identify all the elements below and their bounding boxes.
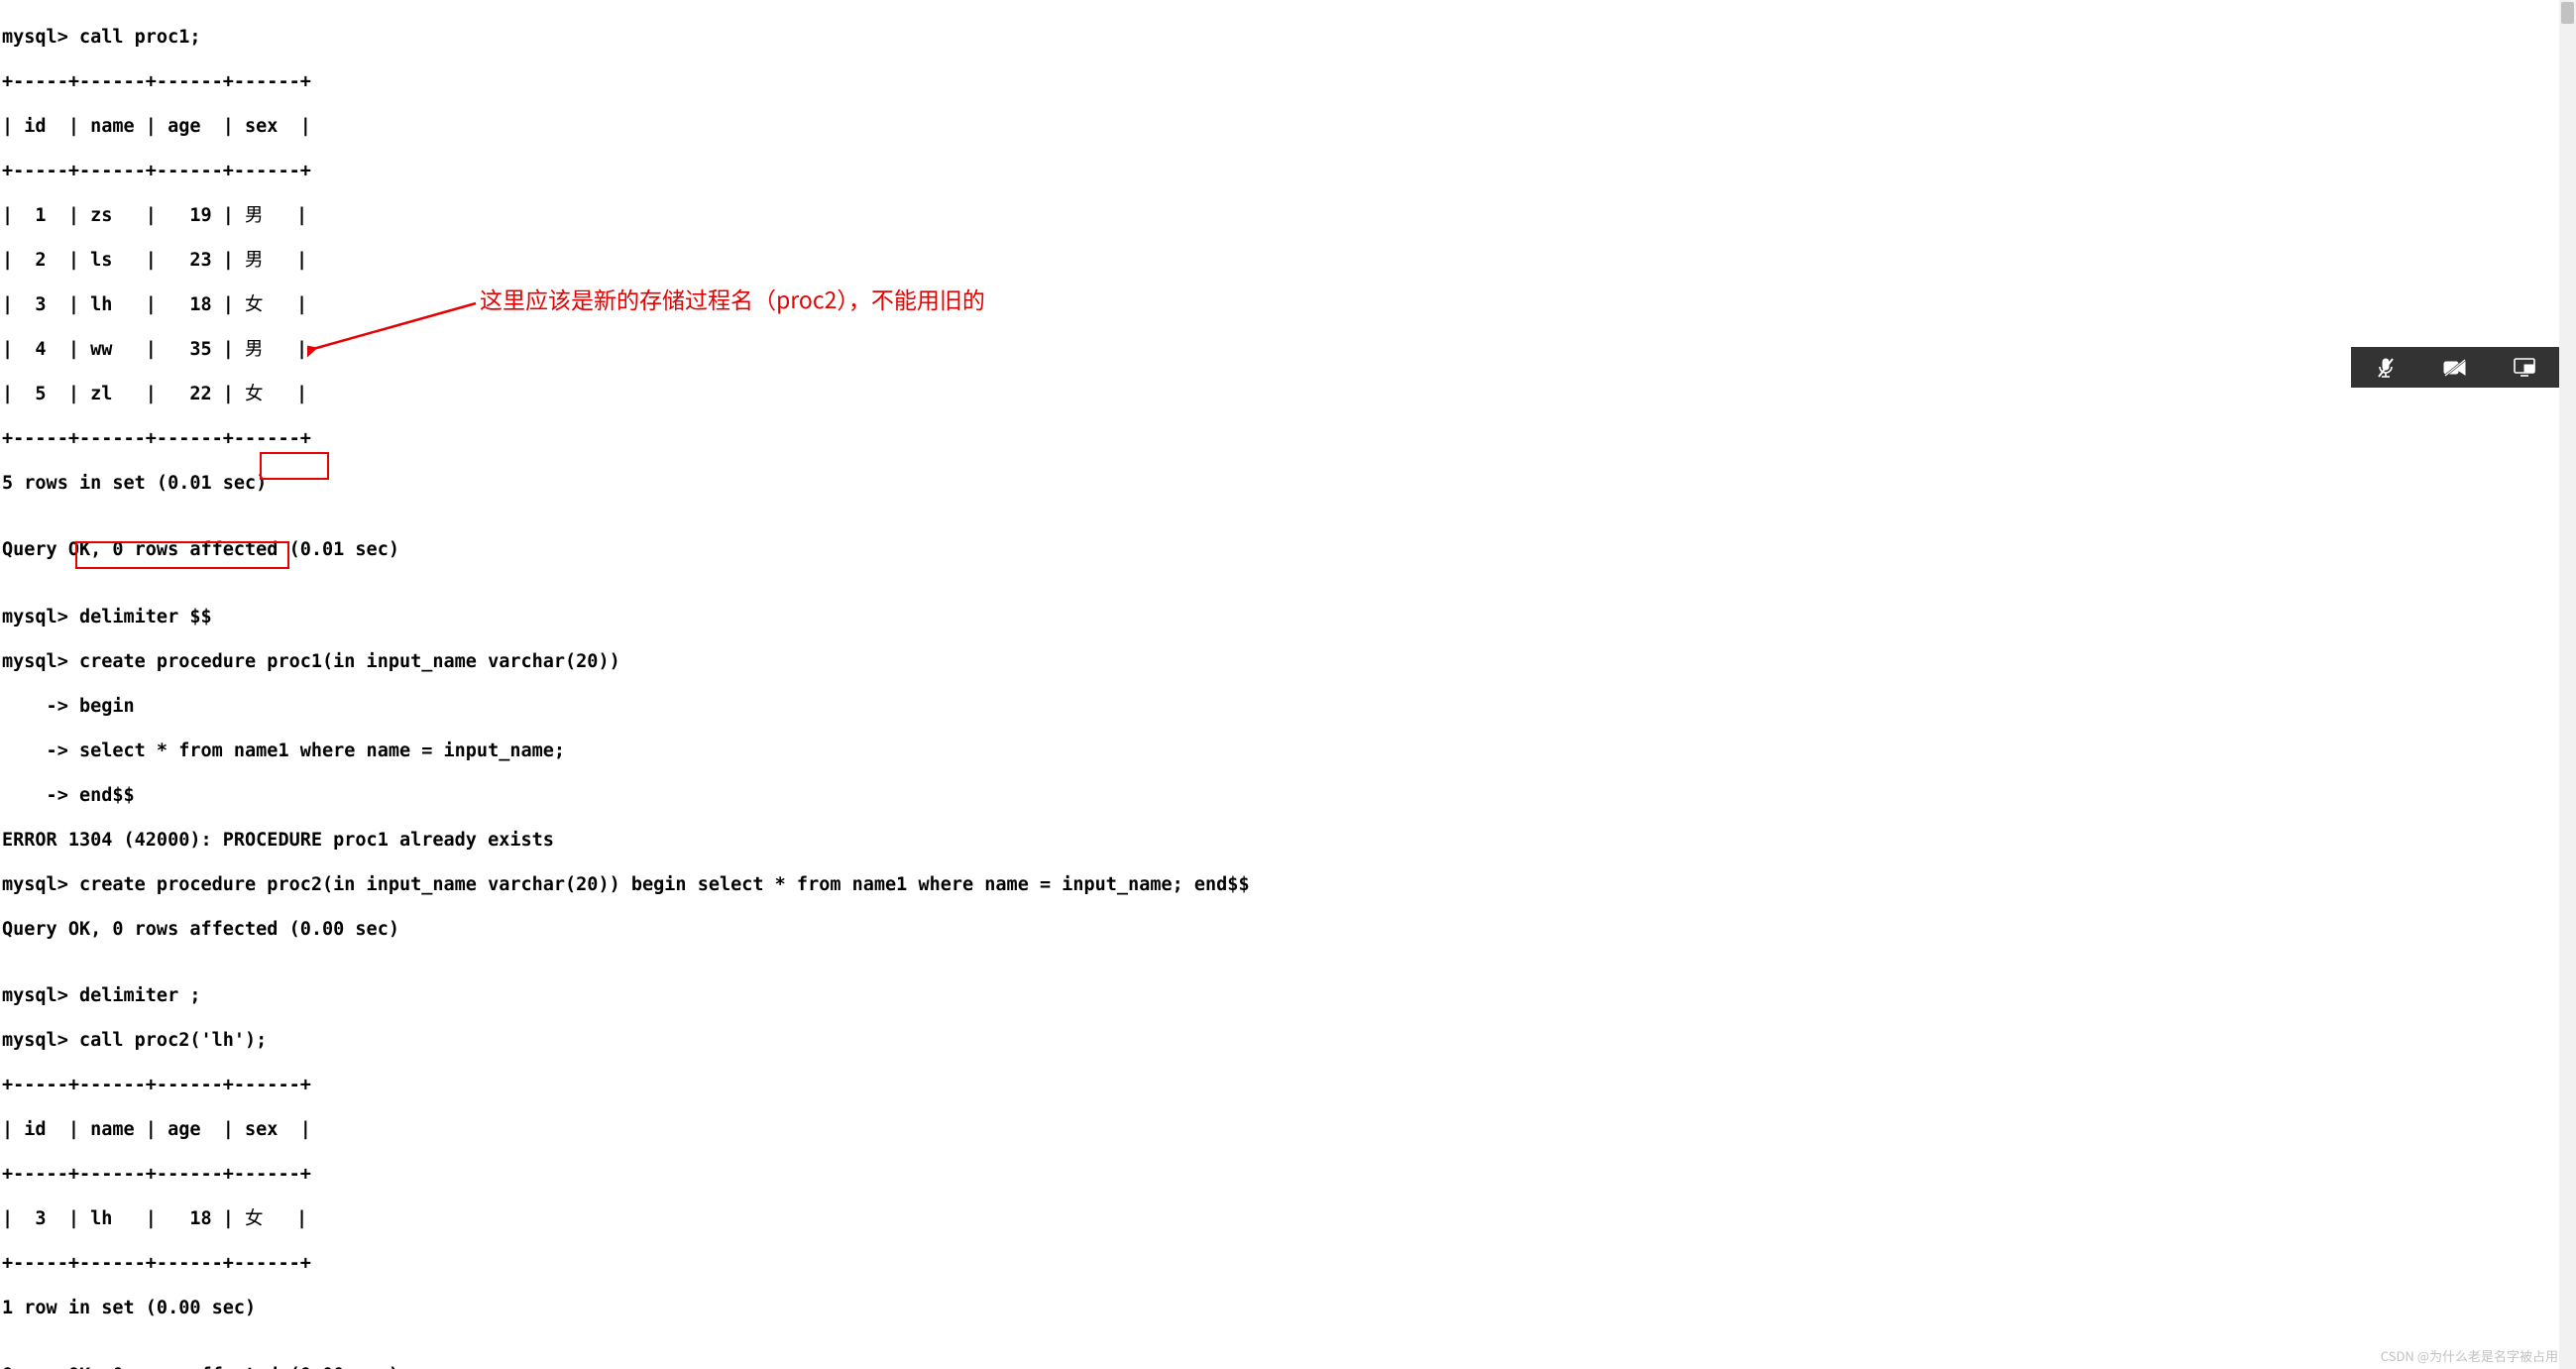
annotation-text: 这里应该是新的存储过程名（proc2），不能用旧的: [480, 287, 985, 310]
line: | 1 | zs | 19 | 男 |: [2, 205, 2574, 228]
line: 5 rows in set (0.01 sec): [2, 473, 2574, 496]
line: mysql> delimiter ;: [2, 985, 2574, 1008]
line: Query OK, 0 rows affected (0.00 sec): [2, 919, 2574, 942]
line: +-----+------+------+------+: [2, 1253, 2574, 1276]
line: +-----+------+------+------+: [2, 71, 2574, 94]
line: | id | name | age | sex |: [2, 116, 2574, 139]
line: +-----+------+------+------+: [2, 428, 2574, 451]
line: 1 row in set (0.00 sec): [2, 1298, 2574, 1320]
terminal-output[interactable]: mysql> call proc1; +-----+------+------+…: [0, 0, 2576, 1369]
line: Query OK, 0 rows affected (0.00 sec): [2, 1365, 2574, 1369]
line: mysql> call proc1;: [2, 27, 2574, 50]
line: mysql> create procedure proc2(in input_n…: [2, 874, 2574, 897]
line: -> begin: [2, 696, 2574, 719]
line: mysql> delimiter $$: [2, 607, 2574, 629]
line: +-----+------+------+------+: [2, 161, 2574, 183]
line: ERROR 1304 (42000): PROCEDURE proc1 alre…: [2, 830, 2574, 853]
line: | 4 | ww | 35 | 男 |: [2, 339, 2574, 362]
line: -> end$$: [2, 785, 2574, 808]
vertical-scrollbar[interactable]: [2559, 0, 2576, 1369]
watermark-text: CSDN @为什么老是名字被占用: [2381, 1345, 2558, 1368]
line: +-----+------+------+------+: [2, 1164, 2574, 1187]
line: +-----+------+------+------+: [2, 1075, 2574, 1097]
screen-share-icon: [2514, 358, 2535, 378]
scrollbar-thumb[interactable]: [2561, 2, 2574, 24]
line: | 2 | ls | 23 | 男 |: [2, 250, 2574, 273]
line: | id | name | age | sex |: [2, 1119, 2574, 1142]
camera-button[interactable]: [2420, 347, 2490, 388]
line: | 3 | lh | 18 | 女 |: [2, 1208, 2574, 1231]
meeting-toolbar: [2351, 347, 2559, 388]
line: mysql> call proc2('lh');: [2, 1030, 2574, 1053]
line: | 3 | lh | 18 | 女 |: [2, 294, 2574, 317]
line: Query OK, 0 rows affected (0.01 sec): [2, 539, 2574, 562]
camera-off-icon: [2443, 359, 2467, 377]
line: mysql> create procedure proc1(in input_n…: [2, 651, 2574, 674]
microphone-muted-icon: [2376, 357, 2396, 379]
microphone-button[interactable]: [2351, 347, 2420, 388]
screen-share-button[interactable]: [2490, 347, 2559, 388]
line: -> select * from name1 where name = inpu…: [2, 741, 2574, 763]
line: | 5 | zl | 22 | 女 |: [2, 384, 2574, 406]
